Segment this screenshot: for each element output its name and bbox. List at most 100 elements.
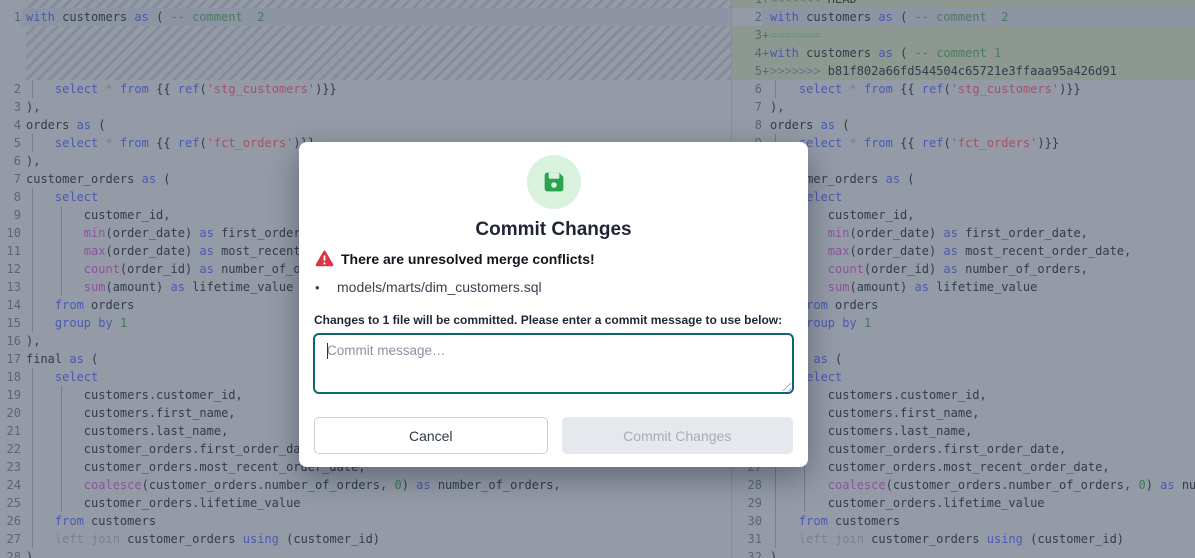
code-text: sum(amount) as lifetime_value	[770, 278, 1195, 296]
merge-conflict-warning: There are unresolved merge conflicts!	[315, 250, 595, 267]
code-text: select	[770, 188, 1195, 206]
diff-added-marker	[762, 548, 770, 558]
indent-guide	[775, 512, 776, 530]
code-text: select * from {{ ref('fct_orders')}}	[770, 134, 1195, 152]
line-number: 21	[0, 422, 21, 440]
code-text: ),	[770, 152, 1195, 170]
line-number: 31	[732, 530, 762, 548]
line-number: 14	[0, 296, 21, 314]
line-number: 26	[0, 512, 21, 530]
code-line[interactable]: 24 coalesce(customer_orders.number_of_or…	[0, 476, 731, 494]
line-number: 6	[732, 80, 762, 98]
commit-message-input[interactable]	[313, 333, 794, 394]
line-number: 17	[0, 350, 21, 368]
code-line[interactable]: 2with customers as ( -- comment 2	[732, 8, 1195, 26]
indent-guide	[32, 134, 33, 152]
line-number: 20	[0, 404, 21, 422]
indent-guide	[32, 80, 33, 98]
indent-guide	[61, 458, 62, 476]
code-line[interactable]: 27 left join customer_orders using (cust…	[0, 530, 731, 548]
line-number: 2	[0, 80, 21, 98]
code-text: orders as (	[770, 116, 1195, 134]
indent-guide	[61, 260, 62, 278]
diagonal-fill-pattern	[26, 0, 731, 8]
line-number: 3	[732, 26, 762, 44]
indent-guide	[32, 188, 33, 206]
line-number: 8	[0, 188, 21, 206]
commit-message-label: Changes to 1 file will be committed. Ple…	[314, 313, 782, 327]
code-text: coalesce(customer_orders.number_of_order…	[26, 476, 731, 494]
indent-guide	[775, 494, 776, 512]
commit-changes-button[interactable]: Commit Changes	[562, 417, 794, 454]
code-line[interactable]: 5+>>>>>>> b81f802a66fd544504c65721e3ffaa…	[732, 62, 1195, 80]
code-text: customers.first_name,	[770, 404, 1195, 422]
diff-added-marker	[762, 494, 770, 512]
line-number: 24	[0, 476, 21, 494]
code-line[interactable]: 1with customers as ( -- comment 2	[0, 8, 731, 26]
line-number: 10	[0, 224, 21, 242]
code-line[interactable]: 4+with customers as ( -- comment 1	[732, 44, 1195, 62]
code-line[interactable]: 30 from customers	[732, 512, 1195, 530]
indent-guide	[32, 206, 33, 224]
code-text: select * from {{ ref('stg_customers')}}	[770, 80, 1195, 98]
warning-text: There are unresolved merge conflicts!	[341, 251, 595, 267]
indent-guide	[32, 386, 33, 404]
code-line[interactable]: 32)	[732, 548, 1195, 558]
commit-message-field-wrap	[313, 333, 794, 394]
line-number: 4	[0, 116, 21, 134]
indent-guide	[32, 368, 33, 386]
code-text: group by 1	[770, 314, 1195, 332]
diagonal-fill-pattern	[26, 26, 731, 80]
indent-guide	[32, 314, 33, 332]
code-line[interactable]: 29 customer_orders.lifetime_value	[732, 494, 1195, 512]
code-line[interactable]: 2 select * from {{ ref('stg_customers')}…	[0, 80, 731, 98]
diff-added-marker: +	[762, 44, 770, 62]
code-line[interactable]: 8orders as (	[732, 116, 1195, 134]
diff-filler-region	[0, 0, 731, 8]
indent-guide	[61, 278, 62, 296]
code-text: with customers as ( -- comment 2	[770, 8, 1195, 26]
code-line[interactable]: 7),	[732, 98, 1195, 116]
indent-guide	[32, 422, 33, 440]
code-line[interactable]: 25 customer_orders.lifetime_value	[0, 494, 731, 512]
indent-guide	[32, 512, 33, 530]
code-line[interactable]: 1+<<<<<<< HEAD	[732, 0, 1195, 8]
code-text: count(order_id) as number_of_orders,	[770, 260, 1195, 278]
line-number: 29	[732, 494, 762, 512]
code-line[interactable]: 6 select * from {{ ref('stg_customers')}…	[732, 80, 1195, 98]
diff-added-marker: +	[762, 0, 770, 8]
code-text: )	[26, 548, 731, 558]
line-number: 6	[0, 152, 21, 170]
line-number: 4	[732, 44, 762, 62]
code-text: from customers	[770, 512, 1195, 530]
save-icon	[527, 155, 581, 209]
diff-added-marker: +	[762, 62, 770, 80]
line-number: 12	[0, 260, 21, 278]
line-number: 19	[0, 386, 21, 404]
diff-added-marker	[762, 98, 770, 116]
cancel-button[interactable]: Cancel	[314, 417, 548, 454]
code-line[interactable]: 3),	[0, 98, 731, 116]
code-text: customer_orders.lifetime_value	[770, 494, 1195, 512]
indent-guide	[775, 80, 776, 98]
code-text: customer_orders.first_order_date,	[770, 440, 1195, 458]
code-line[interactable]: 26 from customers	[0, 512, 731, 530]
code-text: customer_orders.lifetime_value	[26, 494, 731, 512]
diff-added-marker	[762, 476, 770, 494]
indent-guide	[32, 260, 33, 278]
code-line[interactable]: 31 left join customer_orders using (cust…	[732, 530, 1195, 548]
code-line[interactable]: 28 coalesce(customer_orders.number_of_or…	[732, 476, 1195, 494]
code-text: from orders	[770, 296, 1195, 314]
indent-guide	[61, 206, 62, 224]
indent-guide	[61, 224, 62, 242]
code-line[interactable]: 28)	[0, 548, 731, 558]
conflict-file-path: models/marts/dim_customers.sql	[337, 279, 542, 295]
indent-guide	[804, 476, 805, 494]
diff-added-marker	[762, 116, 770, 134]
line-number: 16	[0, 332, 21, 350]
indent-guide	[61, 404, 62, 422]
code-text: select * from {{ ref('stg_customers')}}	[26, 80, 731, 98]
code-line[interactable]: 4orders as (	[0, 116, 731, 134]
code-line[interactable]: 3+=======	[732, 26, 1195, 44]
line-number: 25	[0, 494, 21, 512]
